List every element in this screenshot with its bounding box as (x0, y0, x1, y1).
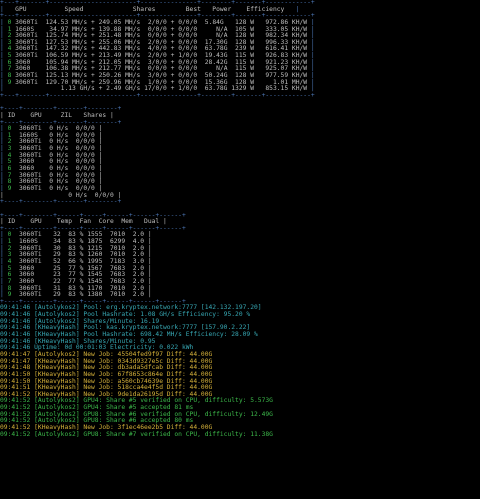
terminal-window: +---+-------+-----------------------+---… (0, 0, 480, 499)
table2-bottom-border: +----+--------+-------+--------+ (0, 198, 122, 206)
table1-bottom-border: +---+-------+-----------------------+---… (0, 91, 315, 99)
log-output: 09:41:46 [Autolykos2] Pool: erg.kryptex.… (0, 305, 480, 438)
log-line: 09:41:52 [Autolykos2] GPU8: Share #7 ver… (0, 430, 273, 438)
